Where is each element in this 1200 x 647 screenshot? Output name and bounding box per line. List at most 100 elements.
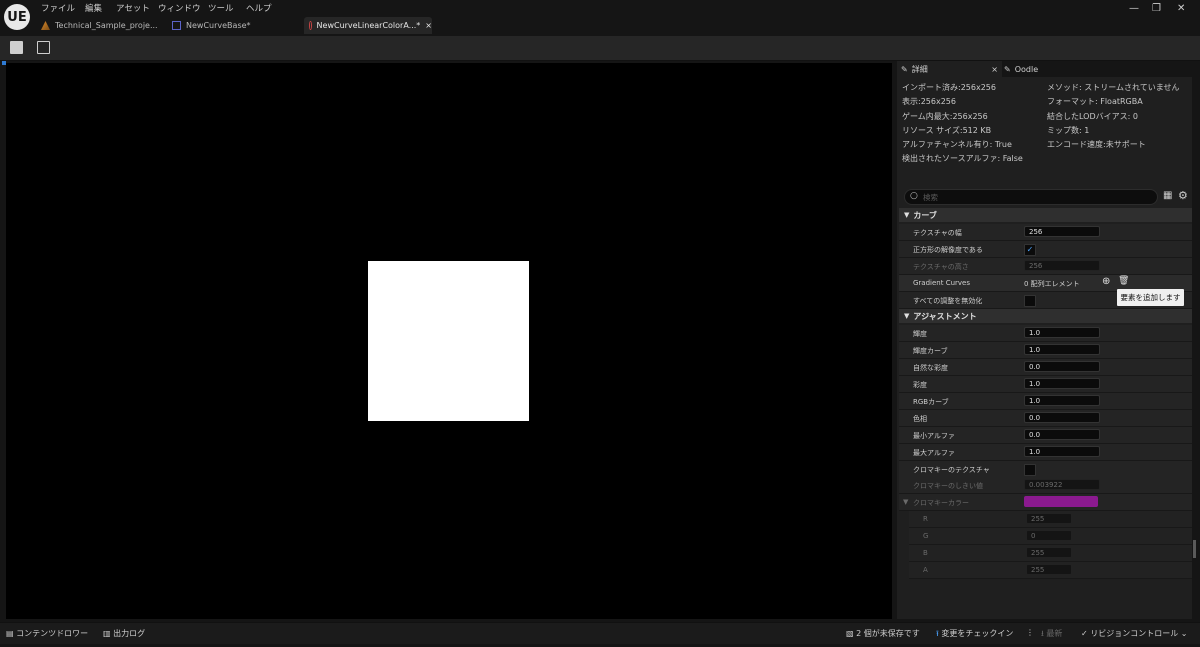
- texture-width-field[interactable]: 256: [1024, 226, 1100, 237]
- unsaved-button[interactable]: ▧ 2 個が未保存です: [846, 628, 920, 639]
- chroma-color-label: クロマキーカラー: [913, 499, 969, 507]
- revision-control-button[interactable]: ✓ リビジョンコントロール ⌄: [1081, 628, 1188, 639]
- saturation-field[interactable]: 1.0: [1024, 378, 1100, 389]
- chroma-threshold-label: クロマキーのしきい値: [913, 482, 983, 490]
- row-channel-b: B 255: [909, 545, 1192, 562]
- row-chroma-threshold: クロマキーのしきい値 0.003922: [899, 477, 1192, 494]
- viewport-corner-marker: [2, 61, 6, 65]
- output-log-button[interactable]: ▥ 出力ログ: [103, 628, 145, 639]
- menu-tools[interactable]: ツール: [208, 2, 234, 14]
- row-texture-height: テクスチャの高さ 256: [899, 258, 1192, 275]
- disable-adjustments-label: すべての調整を無効化: [913, 297, 983, 305]
- row-channel-g: G 0: [909, 528, 1192, 545]
- min-alpha-label: 最小アルファ: [913, 432, 955, 440]
- menu-file[interactable]: ファイル: [41, 2, 75, 14]
- upload-icon: ⭱: [936, 629, 939, 638]
- tab-close-icon[interactable]: ×: [425, 21, 432, 30]
- sync-latest-button[interactable]: ⭳ 最新: [1041, 628, 1062, 642]
- unsaved-icon: ▧: [846, 629, 854, 638]
- row-saturation: 彩度 1.0: [899, 376, 1192, 393]
- menu-help[interactable]: ヘルプ: [246, 2, 272, 14]
- info-encode-speed: エンコード速度:未サポート: [1047, 140, 1146, 149]
- content-drawer-button[interactable]: ▤ コンテンツドロワー: [6, 628, 88, 639]
- info-ingame-max: ゲーム内最大:256x256: [902, 112, 988, 121]
- revision-control-label: リビジョンコントロール: [1090, 629, 1179, 638]
- search-input[interactable]: ○ 検索: [904, 189, 1158, 205]
- output-log-icon: ▥: [103, 629, 111, 638]
- row-brightness-curve: 輝度カーブ 1.0: [899, 342, 1192, 359]
- texture-width-label: テクスチャの幅: [913, 229, 962, 237]
- panel-tabs: ✎ 詳細 × ✎ Oodle: [897, 61, 1192, 77]
- max-alpha-label: 最大アルファ: [913, 449, 955, 457]
- tab-newcurvelinearcolor[interactable]: NewCurveLinearColorA...* ×: [304, 17, 432, 34]
- sync-latest-label: 最新: [1046, 629, 1063, 638]
- channel-g-field: 0: [1026, 530, 1072, 541]
- tab-newcurvebase[interactable]: NewCurveBase*: [172, 17, 292, 34]
- chevron-down-icon: ▼: [904, 312, 910, 320]
- info-imported: インポート済み:256x256: [902, 83, 996, 92]
- vibrance-label: 自然な彩度: [913, 364, 948, 372]
- checkin-label: 変更をチェックイン: [941, 629, 1014, 638]
- row-brightness: 輝度 1.0: [899, 325, 1192, 342]
- unsaved-label: 2 個が未保存です: [856, 629, 920, 638]
- minimize-button[interactable]: —: [1129, 3, 1139, 14]
- save-icon[interactable]: [10, 41, 23, 54]
- brightness-curve-field[interactable]: 1.0: [1024, 344, 1100, 355]
- row-channel-r: R 255: [909, 511, 1192, 528]
- tab-details-label: 詳細: [911, 64, 928, 74]
- section-adjustment[interactable]: ▼ アジャストメント: [899, 309, 1192, 323]
- row-texture-width: テクスチャの幅 256: [899, 224, 1192, 241]
- tab-project[interactable]: Technical_Sample_proje...: [41, 17, 161, 34]
- close-window-button[interactable]: ✕: [1177, 3, 1185, 14]
- tab-details[interactable]: ✎ 詳細 ×: [897, 61, 1002, 77]
- row-max-alpha: 最大アルファ 1.0: [899, 444, 1192, 461]
- more-options-icon[interactable]: ⋮: [1026, 628, 1034, 637]
- chroma-color-swatch[interactable]: [1024, 496, 1098, 507]
- settings-gear-icon[interactable]: ⚙: [1178, 189, 1188, 202]
- menu-window[interactable]: ウィンドウ: [158, 2, 201, 14]
- checkin-button[interactable]: ⭱ 変更をチェックイン: [936, 628, 1013, 642]
- row-square-resolution: 正方形の解像度である ✓: [899, 241, 1192, 258]
- channel-r-label: R: [923, 515, 928, 523]
- disable-adjustments-checkbox[interactable]: [1024, 295, 1036, 307]
- min-alpha-field[interactable]: 0.0: [1024, 429, 1100, 440]
- unreal-logo-icon[interactable]: UE: [4, 4, 30, 30]
- info-resource-size: リソース サイズ:512 KB: [902, 126, 992, 135]
- row-chroma-texture: クロマキーのテクスチャ: [899, 461, 1192, 478]
- search-icon: ○: [910, 191, 918, 201]
- chevron-down-icon: ▼: [904, 211, 910, 219]
- hue-field[interactable]: 0.0: [1024, 412, 1100, 423]
- channel-a-label: A: [923, 566, 928, 574]
- channel-b-label: B: [923, 549, 928, 557]
- restore-button[interactable]: ❐: [1152, 3, 1161, 14]
- table-view-icon[interactable]: ▦: [1163, 190, 1172, 201]
- row-rgb-curve: RGBカーブ 1.0: [899, 393, 1192, 410]
- row-channel-a: A 255: [909, 562, 1192, 579]
- browse-icon[interactable]: [37, 41, 50, 54]
- tab-oodle[interactable]: ✎ Oodle: [1000, 61, 1042, 77]
- section-curve[interactable]: ▼ カーブ: [899, 208, 1192, 222]
- hue-label: 色相: [913, 415, 927, 423]
- revision-control-icon: ✓: [1081, 629, 1088, 638]
- brightness-curve-label: 輝度カーブ: [913, 347, 948, 355]
- curve-atlas-icon: [309, 21, 312, 30]
- brightness-field[interactable]: 1.0: [1024, 327, 1100, 338]
- chroma-texture-checkbox[interactable]: [1024, 464, 1036, 476]
- scrollbar-thumb[interactable]: [1193, 540, 1196, 558]
- rgb-curve-field[interactable]: 1.0: [1024, 395, 1100, 406]
- vibrance-field[interactable]: 0.0: [1024, 361, 1100, 372]
- search-placeholder: 検索: [923, 193, 938, 202]
- max-alpha-field[interactable]: 1.0: [1024, 446, 1100, 457]
- tab-details-close-icon[interactable]: ×: [991, 65, 998, 74]
- tab-project-label: Technical_Sample_proje...: [55, 21, 158, 30]
- add-element-icon[interactable]: ⊕: [1102, 276, 1110, 287]
- output-log-label: 出力ログ: [113, 629, 146, 638]
- menu-edit[interactable]: 編集: [85, 2, 102, 14]
- brightness-label: 輝度: [913, 330, 927, 338]
- row-min-alpha: 最小アルファ 0.0: [899, 427, 1192, 444]
- square-resolution-checkbox[interactable]: ✓: [1024, 244, 1036, 256]
- chroma-texture-label: クロマキーのテクスチャ: [913, 466, 990, 474]
- channel-a-field: 255: [1026, 564, 1072, 575]
- menu-asset[interactable]: アセット: [116, 2, 150, 14]
- trash-icon[interactable]: 🗑: [1118, 276, 1129, 286]
